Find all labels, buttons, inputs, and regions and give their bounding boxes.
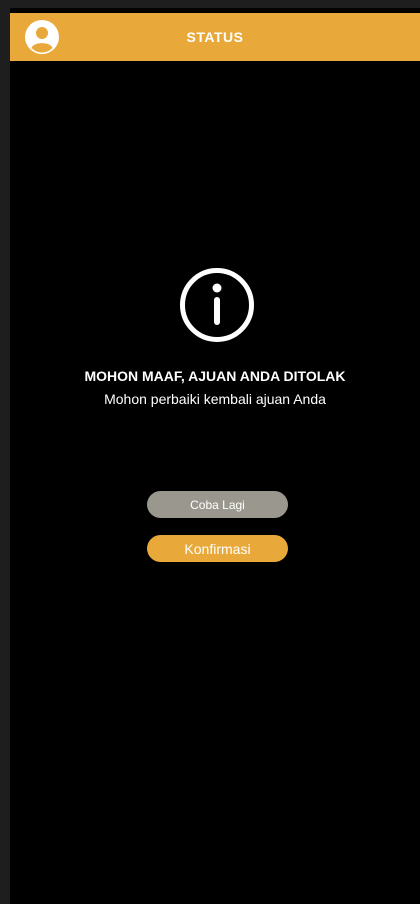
header-bar: STATUS [10,13,420,61]
retry-button[interactable]: Coba Lagi [147,491,288,518]
rejection-subtitle: Mohon perbaiki kembali ajuan Anda [104,391,326,407]
user-avatar-icon[interactable] [25,20,59,54]
info-icon [180,268,254,342]
confirm-button[interactable]: Konfirmasi [147,535,288,562]
rejection-title: MOHON MAAF, AJUAN ANDA DITOLAK [84,368,346,384]
page-title: STATUS [186,29,244,45]
status-screen: STATUS MOHON MAAF, AJUAN ANDA DITOLAK Mo… [10,8,420,904]
app-frame: STATUS MOHON MAAF, AJUAN ANDA DITOLAK Mo… [0,0,420,904]
